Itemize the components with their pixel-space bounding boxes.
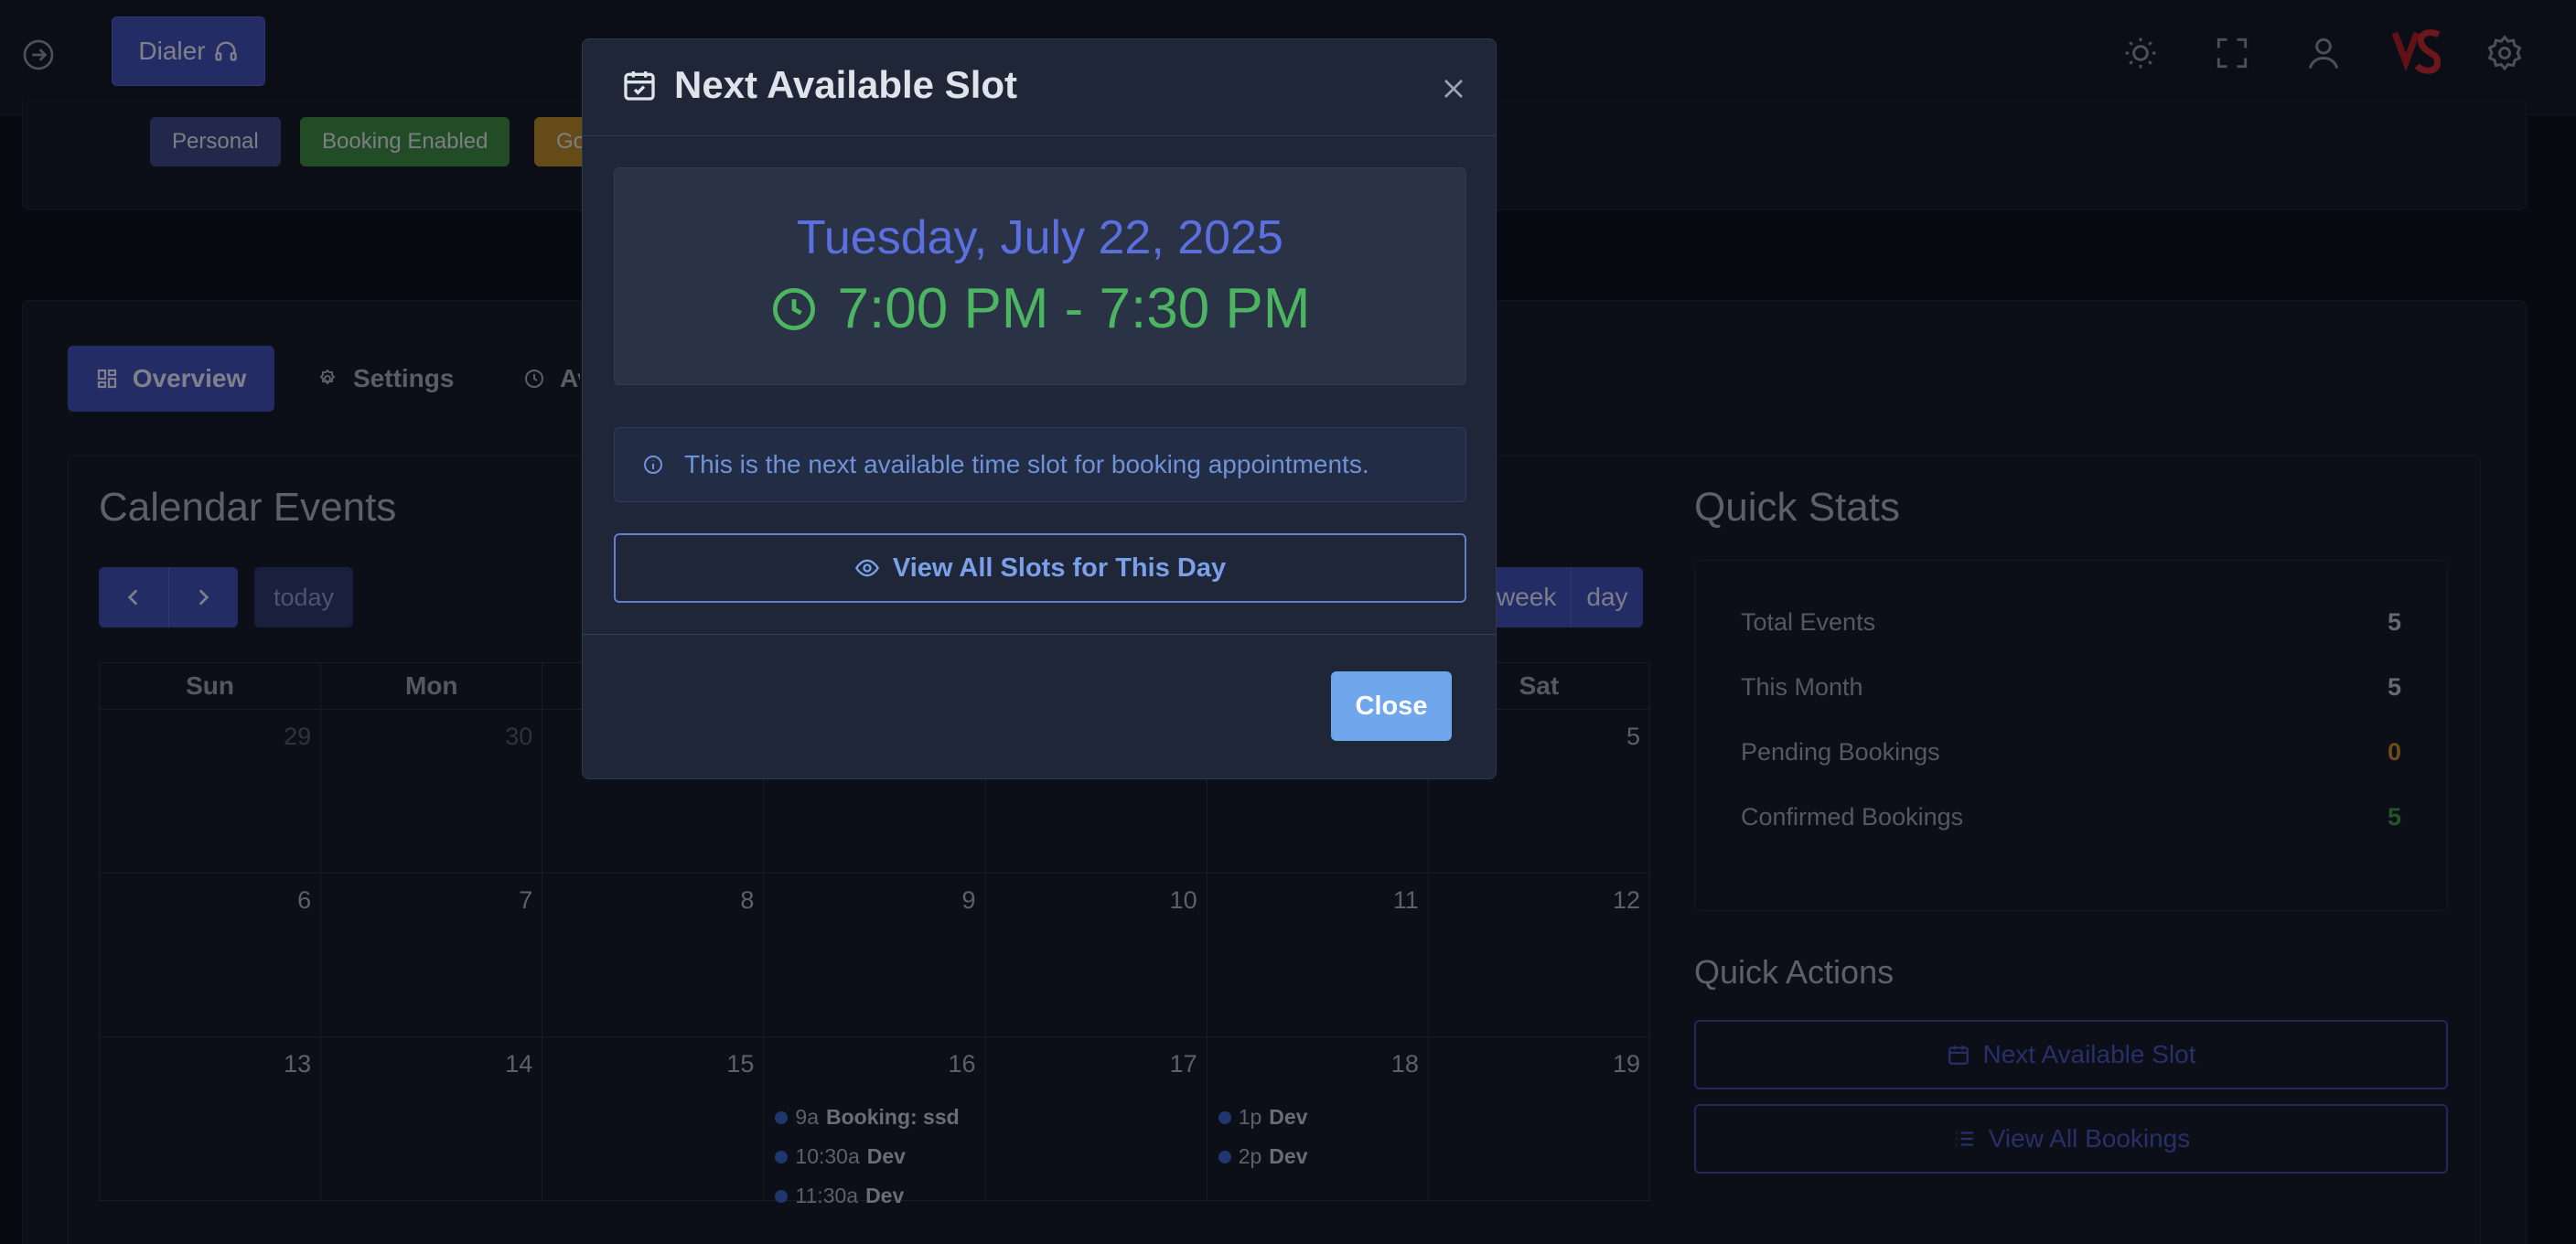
modal-footer: Close [583,634,1496,780]
next-slot-modal: Next Available Slot Tuesday, July 22, 20… [582,38,1497,779]
info-alert: This is the next available time slot for… [614,427,1466,502]
close-icon[interactable] [1437,72,1470,105]
info-text: This is the next available time slot for… [684,450,1369,478]
slot-time: 7:00 PM - 7:30 PM [837,277,1311,340]
info-icon [642,454,664,476]
slot-time-row: 7:00 PM - 7:30 PM [615,276,1465,341]
eye-icon [854,555,880,581]
slot-summary: Tuesday, July 22, 2025 7:00 PM - 7:30 PM [614,167,1466,385]
calendar-check-icon [621,67,658,103]
view-all-slots-label: View All Slots for This Day [892,552,1227,583]
clock-icon [770,285,818,333]
view-all-slots-button[interactable]: View All Slots for This Day [614,533,1466,603]
modal-title: Next Available Slot [621,63,1017,107]
modal-title-text: Next Available Slot [674,63,1018,106]
slot-date: Tuesday, July 22, 2025 [797,211,1283,264]
close-button[interactable]: Close [1331,671,1452,741]
modal-header: Next Available Slot [583,39,1496,136]
